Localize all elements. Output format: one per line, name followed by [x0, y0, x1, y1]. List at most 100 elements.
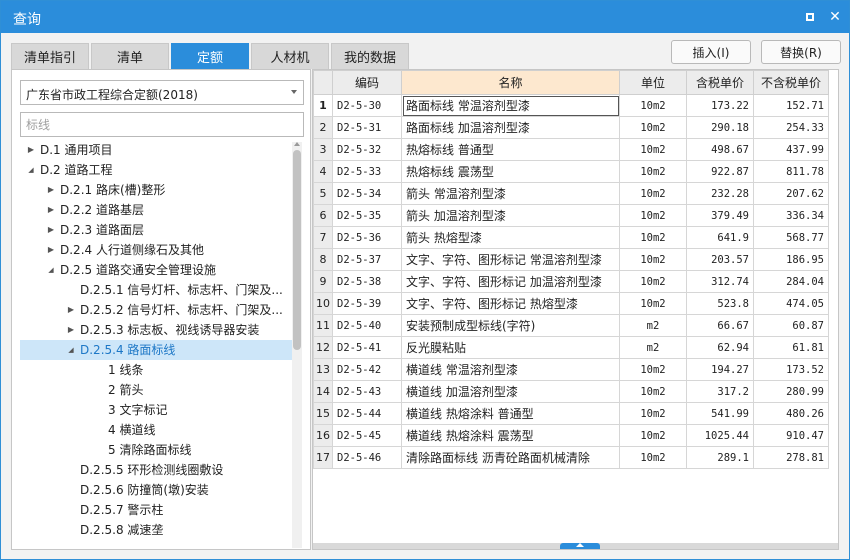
tree-node[interactable]: ▶ D.2.5.2 信号灯杆、标志杆、门架及... — [20, 300, 292, 320]
row-number[interactable]: 7 — [313, 226, 333, 249]
tab-labor-material-machine[interactable]: 人材机 — [251, 43, 329, 69]
price-notax-cell[interactable]: 152.71 — [753, 94, 829, 117]
price-tax-cell[interactable]: 312.74 — [686, 270, 754, 293]
code-cell[interactable]: D2-5-36 — [332, 226, 402, 249]
price-notax-cell[interactable]: 437.99 — [753, 138, 829, 161]
price-notax-cell[interactable]: 254.33 — [753, 116, 829, 139]
price-tax-cell[interactable]: 1025.44 — [686, 424, 754, 447]
unit-cell[interactable]: 10m2 — [619, 424, 687, 447]
tree-node[interactable]: ◢ D.2.5.4 路面标线 — [20, 340, 292, 360]
name-cell[interactable]: 横道线 热熔涂料 普通型 — [401, 402, 620, 425]
table-row[interactable]: 17 D2-5-46 清除路面标线 沥青砼路面机械清除 10m2 289.1 278.81 — [313, 446, 829, 469]
unit-cell[interactable]: 10m2 — [619, 226, 687, 249]
expanded-arrow-icon[interactable]: ◢ — [66, 340, 76, 360]
tree-node[interactable]: ▶ D.2.3 道路面层 — [20, 220, 292, 240]
code-cell[interactable]: D2-5-39 — [332, 292, 402, 315]
unit-cell[interactable]: 10m2 — [619, 182, 687, 205]
unit-cell[interactable]: m2 — [619, 336, 687, 359]
tree-node[interactable]: 4 横道线 — [20, 420, 292, 440]
code-cell[interactable]: D2-5-46 — [332, 446, 402, 469]
collapsed-arrow-icon[interactable]: ▶ — [26, 140, 36, 160]
table-row[interactable]: 8 D2-5-37 文字、字符、图形标记 常温溶剂型漆 10m2 203.57 186.9… — [313, 248, 829, 271]
row-number[interactable]: 3 — [313, 138, 333, 161]
scroll-up-icon[interactable] — [294, 142, 300, 146]
unit-cell[interactable]: 10m2 — [619, 446, 687, 469]
unit-cell[interactable]: 10m2 — [619, 138, 687, 161]
row-number[interactable]: 9 — [313, 270, 333, 293]
restore-icon[interactable] — [800, 7, 820, 27]
replace-button[interactable]: 替换(R) — [761, 40, 841, 64]
tree-node[interactable]: D.2.5.8 减速垄 — [20, 520, 292, 540]
price-tax-cell[interactable]: 523.8 — [686, 292, 754, 315]
title-bar[interactable]: 查询 ✕ — [1, 1, 849, 33]
header-price-notax[interactable]: 不含税单价 — [753, 70, 829, 95]
unit-cell[interactable]: 10m2 — [619, 94, 687, 117]
unit-cell[interactable]: 10m2 — [619, 358, 687, 381]
price-tax-cell[interactable]: 66.67 — [686, 314, 754, 337]
tree-scrollbar[interactable] — [292, 142, 302, 548]
code-cell[interactable]: D2-5-32 — [332, 138, 402, 161]
collapsed-arrow-icon[interactable]: ▶ — [66, 300, 76, 320]
tree-node[interactable]: 2 箭头 — [20, 380, 292, 400]
name-cell[interactable]: 文字、字符、图形标记 常温溶剂型漆 — [401, 248, 620, 271]
collapsed-arrow-icon[interactable]: ▶ — [46, 200, 56, 220]
name-cell[interactable]: 箭头 热熔型漆 — [401, 226, 620, 249]
tab-my-data[interactable]: 我的数据 — [331, 43, 409, 69]
code-cell[interactable]: D2-5-35 — [332, 204, 402, 227]
row-number[interactable]: 15 — [313, 402, 333, 425]
table-row[interactable]: 7 D2-5-36 箭头 热熔型漆 10m2 641.9 568.77 — [313, 226, 829, 249]
header-unit[interactable]: 单位 — [619, 70, 687, 95]
code-cell[interactable]: D2-5-42 — [332, 358, 402, 381]
code-cell[interactable]: D2-5-34 — [332, 182, 402, 205]
name-cell[interactable]: 路面标线 加温溶剂型漆 — [401, 116, 620, 139]
name-cell[interactable]: 路面标线 常温溶剂型漆 — [401, 94, 620, 117]
code-cell[interactable]: D2-5-41 — [332, 336, 402, 359]
price-tax-cell[interactable]: 317.2 — [686, 380, 754, 403]
unit-cell[interactable]: 10m2 — [619, 204, 687, 227]
code-cell[interactable]: D2-5-45 — [332, 424, 402, 447]
table-row[interactable]: 3 D2-5-32 热熔标线 普通型 10m2 498.67 437.99 — [313, 138, 829, 161]
table-row[interactable]: 10 D2-5-39 文字、字符、图形标记 热熔型漆 10m2 523.8 474.05 — [313, 292, 829, 315]
price-tax-cell[interactable]: 498.67 — [686, 138, 754, 161]
tab-quota[interactable]: 定额 — [171, 43, 249, 69]
row-number[interactable]: 10 — [313, 292, 333, 315]
tree-node[interactable]: ◢ D.2 道路工程 — [20, 160, 292, 180]
collapsed-arrow-icon[interactable]: ▶ — [46, 240, 56, 260]
row-number[interactable]: 13 — [313, 358, 333, 381]
name-cell[interactable]: 箭头 常温溶剂型漆 — [401, 182, 620, 205]
code-cell[interactable]: D2-5-33 — [332, 160, 402, 183]
collapsed-arrow-icon[interactable]: ▶ — [46, 180, 56, 200]
name-cell[interactable]: 热熔标线 震荡型 — [401, 160, 620, 183]
tree-node[interactable]: ▶ D.1 通用项目 — [20, 140, 292, 160]
unit-cell[interactable]: 10m2 — [619, 270, 687, 293]
price-tax-cell[interactable]: 62.94 — [686, 336, 754, 359]
table-row[interactable]: 1 D2-5-30 路面标线 常温溶剂型漆 10m2 173.22 152.71 — [313, 94, 829, 117]
header-name[interactable]: 名称 — [401, 70, 620, 95]
price-notax-cell[interactable]: 278.81 — [753, 446, 829, 469]
table-row[interactable]: 14 D2-5-43 横道线 加温溶剂型漆 10m2 317.2 280.99 — [313, 380, 829, 403]
price-tax-cell[interactable]: 203.57 — [686, 248, 754, 271]
unit-cell[interactable]: m2 — [619, 314, 687, 337]
unit-cell[interactable]: 10m2 — [619, 380, 687, 403]
row-number[interactable]: 16 — [313, 424, 333, 447]
table-row[interactable]: 12 D2-5-41 反光膜粘贴 m2 62.94 61.81 — [313, 336, 829, 359]
row-number[interactable]: 12 — [313, 336, 333, 359]
name-cell[interactable]: 反光膜粘贴 — [401, 336, 620, 359]
tree-node[interactable]: D.2.5.6 防撞筒(墩)安装 — [20, 480, 292, 500]
tree-node[interactable]: D.2.5.5 环形检测线圈敷设 — [20, 460, 292, 480]
row-number[interactable]: 6 — [313, 204, 333, 227]
price-tax-cell[interactable]: 232.28 — [686, 182, 754, 205]
tree-node[interactable]: ▶ D.2.5.3 标志板、视线诱导器安装 — [20, 320, 292, 340]
collapsed-arrow-icon[interactable]: ▶ — [46, 220, 56, 240]
name-cell[interactable]: 横道线 热熔涂料 震荡型 — [401, 424, 620, 447]
scrollbar-thumb[interactable] — [293, 150, 301, 350]
row-number[interactable]: 17 — [313, 446, 333, 469]
header-code[interactable]: 编码 — [332, 70, 402, 95]
name-cell[interactable]: 安装预制成型标线(字符) — [401, 314, 620, 337]
header-price-tax[interactable]: 含税单价 — [686, 70, 754, 95]
tab-bill[interactable]: 清单 — [91, 43, 169, 69]
name-cell[interactable]: 文字、字符、图形标记 热熔型漆 — [401, 292, 620, 315]
tree-node[interactable]: 1 线条 — [20, 360, 292, 380]
unit-cell[interactable]: 10m2 — [619, 160, 687, 183]
price-notax-cell[interactable]: 811.78 — [753, 160, 829, 183]
